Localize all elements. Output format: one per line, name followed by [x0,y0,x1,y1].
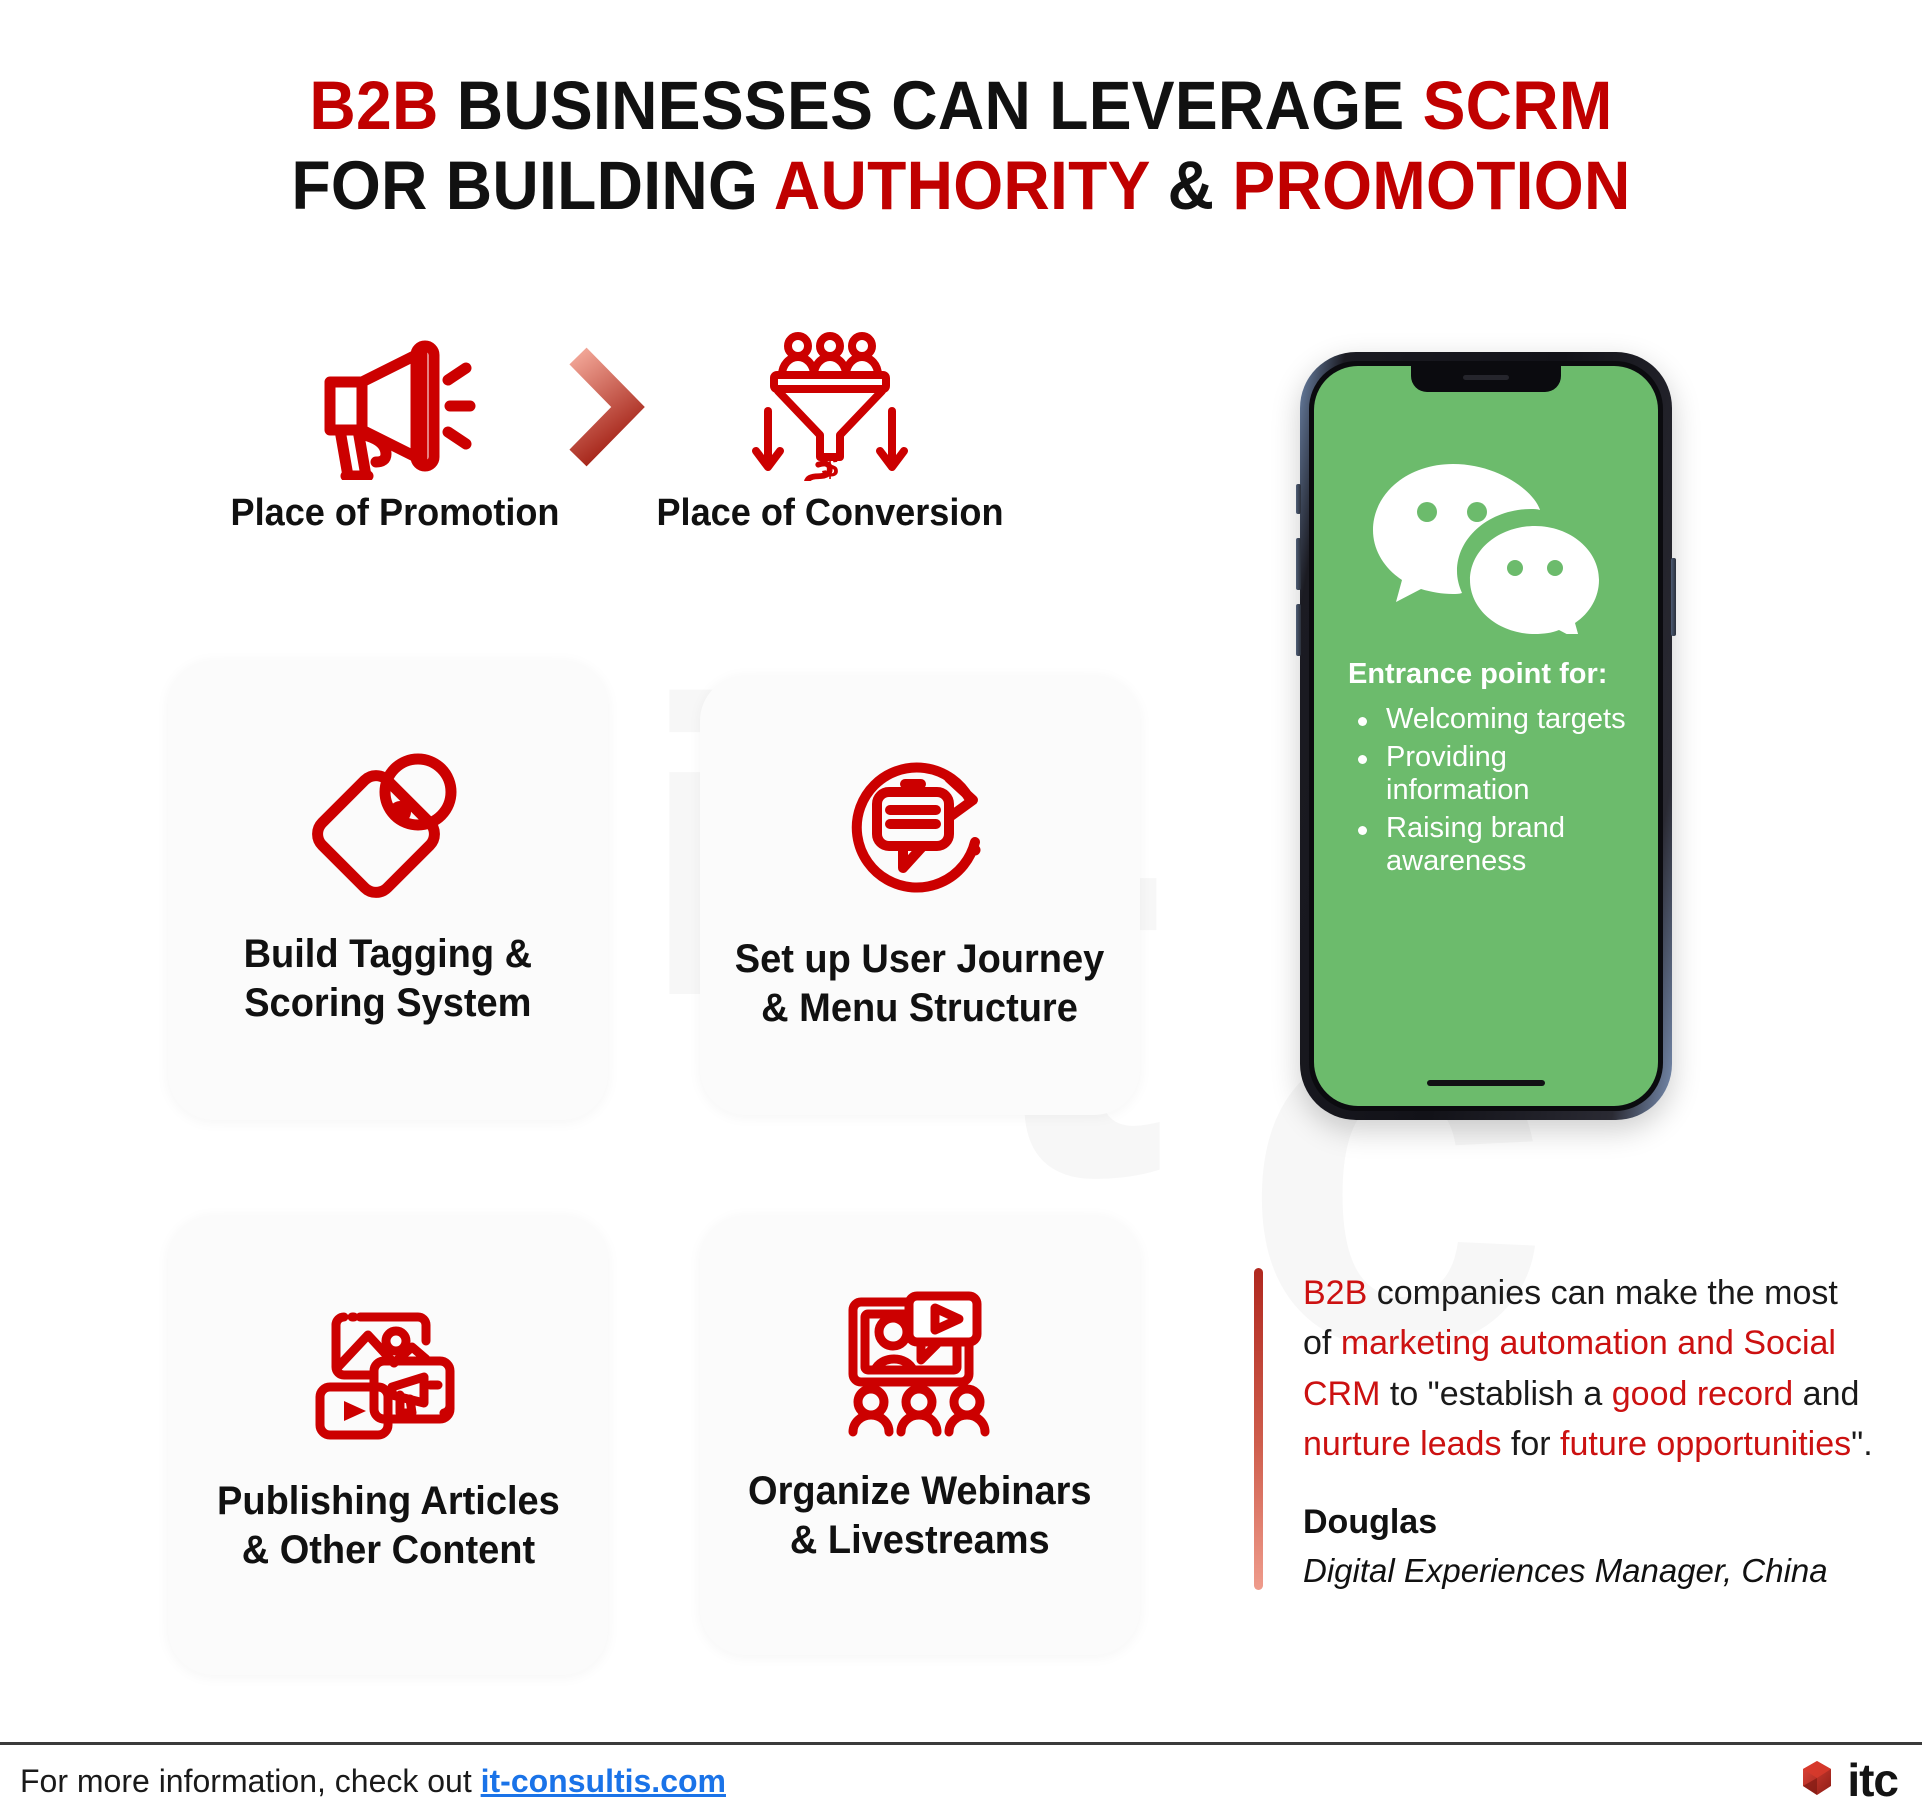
megaphone-icon [185,330,605,480]
card-label-line1: Build Tagging & [243,932,533,976]
quote-seg-6: and [1793,1374,1860,1413]
title-authority: AUTHORITY [773,147,1150,225]
quote-body: B2B companies can make the most of marke… [1303,1268,1874,1590]
quote-seg-4: to "establish a [1380,1374,1612,1413]
title-promotion: PROMOTION [1232,147,1631,225]
itc-polygon-icon [1797,1758,1837,1803]
itc-logo[interactable]: itc [1797,1753,1899,1807]
phone-bullet-item: Raising brand awareness [1348,812,1640,878]
quote-block: B2B companies can make the most of marke… [1254,1268,1874,1591]
quote-seg-10: ". [1851,1424,1873,1463]
title-b2b: B2B [309,67,439,144]
card-label-line2: & Livestreams [790,1517,1050,1562]
phone-bullet-item: Welcoming targets [1348,703,1640,736]
quote-seg-b2b: B2B [1303,1274,1368,1312]
quote-accent-bar [1254,1268,1263,1591]
phone-bullet-list: Welcoming targets Providing information … [1348,703,1640,878]
card-label-line2: & Other Content [241,1527,535,1572]
itc-logo-text: itc [1847,1754,1899,1806]
conversion-funnel-icon: $ [620,330,1040,481]
flow-label-promotion: Place of Promotion [230,492,560,534]
quote-author-role: Digital Experiences Manager, China [1303,1552,1828,1590]
phone-power-button[interactable] [1671,558,1676,636]
flow-row: Place of Promotion $ Place of Conversion [150,330,1150,580]
phone-home-indicator[interactable] [1427,1080,1545,1086]
phone-bezel: Entrance point for: Welcoming targets Pr… [1309,361,1663,1111]
card-label-publishing-articles: Publishing Articles & Other Content [217,1477,560,1575]
infographic-page: i t c B2B BUSINESSES CAN LEVERAGE SCRM F… [0,0,1922,1814]
flow-label-conversion: Place of Conversion [656,492,1004,534]
title-for-building: FOR BUILDING [291,147,774,225]
card-label-line2: Scoring System [244,980,532,1025]
card-label-organize-webinars: Organize Webinars & Livestreams [748,1467,1092,1565]
card-organize-webinars[interactable]: Organize Webinars & Livestreams [700,1215,1140,1655]
card-label-line2: & Menu Structure [761,985,1079,1030]
webinar-screen-icon [700,1257,1140,1467]
svg-text:$: $ [822,451,839,481]
quote-author-name: Douglas [1303,1503,1438,1542]
title-mid-1: BUSINESSES CAN LEVERAGE [438,67,1423,144]
title-line-2: FOR BUILDING AUTHORITY & PROMOTION [67,146,1854,226]
quote-seg-good-record: good record [1611,1374,1794,1413]
footer: For more information, check out it-consu… [0,1745,1922,1814]
price-tag-icon [168,720,608,930]
card-publishing-articles[interactable]: Publishing Articles & Other Content [168,1215,608,1675]
card-label-line1: Organize Webinars [748,1469,1092,1513]
phone-volume-up-button[interactable] [1296,538,1301,590]
phone-screen: Entrance point for: Welcoming targets Pr… [1314,366,1658,1106]
phone-mute-switch[interactable] [1296,484,1301,514]
quote-seg-nurture-leads: nurture leads [1303,1424,1502,1463]
footer-text: For more information, check out it-consu… [20,1763,726,1800]
quote-text: B2B companies can make the most of marke… [1303,1268,1874,1469]
phone-notch [1411,366,1561,392]
phone-speaker [1463,375,1509,380]
page-title: B2B BUSINESSES CAN LEVERAGE SCRM FOR BUI… [0,66,1922,226]
title-line-1: B2B BUSINESSES CAN LEVERAGE SCRM [67,66,1854,146]
footer-label: For more information, check out [20,1763,481,1799]
title-scrm: SCRM [1422,67,1613,144]
flow-step-conversion: $ Place of Conversion [620,330,1040,535]
chat-refresh-icon [700,725,1140,935]
phone-heading: Entrance point for: [1348,658,1608,690]
media-content-icon [168,1267,608,1477]
card-label-user-journey: Set up User Journey & Menu Structure [735,935,1105,1033]
card-user-journey[interactable]: Set up User Journey & Menu Structure [700,675,1140,1115]
card-label-build-tagging: Build Tagging & Scoring System [244,930,532,1028]
wechat-logo-icon [1367,454,1605,641]
quote-seg-future-opportunities: future opportunities [1560,1424,1852,1463]
title-amp: & [1149,147,1233,225]
card-build-tagging[interactable]: Build Tagging & Scoring System [168,660,608,1120]
phone-content: Entrance point for: Welcoming targets Pr… [1348,658,1640,883]
footer-website-link[interactable]: it-consultis.com [481,1763,726,1799]
phone-mockup: Entrance point for: Welcoming targets Pr… [1296,352,1676,1120]
flow-step-promotion: Place of Promotion [185,330,605,535]
quote-seg-8: for [1501,1424,1561,1463]
card-label-line1: Set up User Journey [735,937,1105,981]
card-label-line1: Publishing Articles [216,1479,560,1523]
phone-bullet-item: Providing information [1348,741,1640,807]
phone-volume-down-button[interactable] [1296,604,1301,656]
